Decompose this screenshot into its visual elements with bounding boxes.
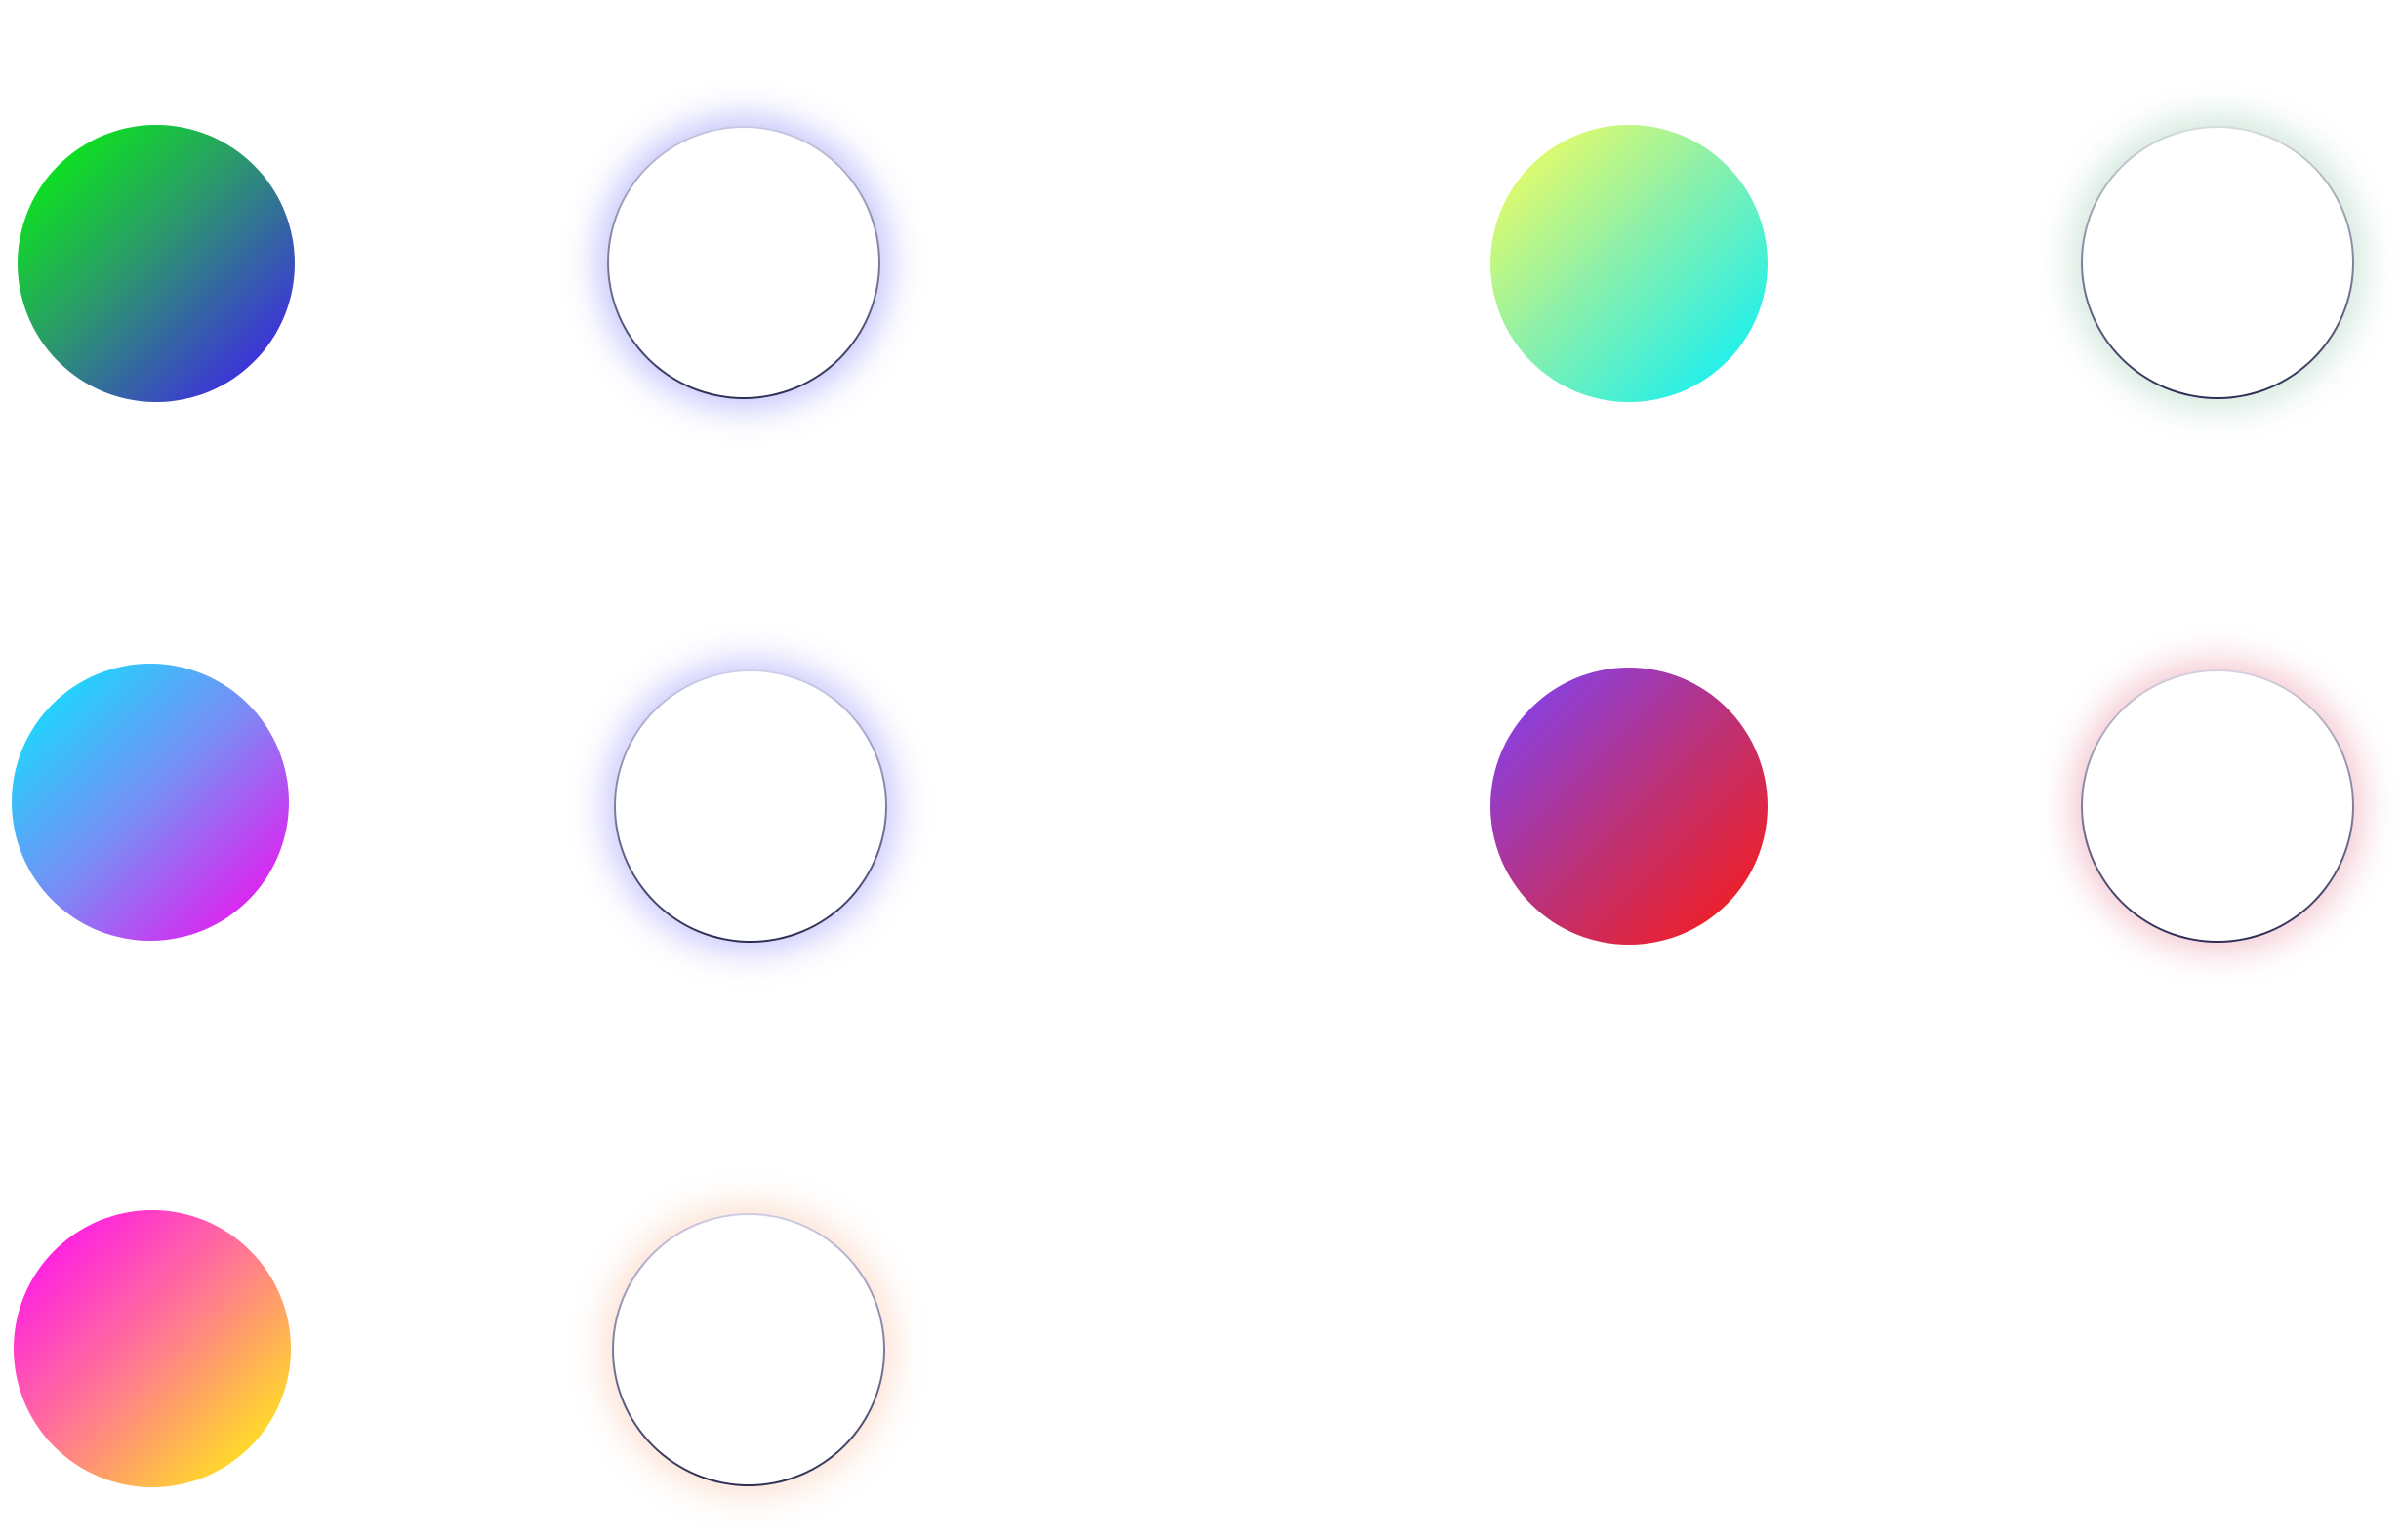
gradient-circle-magenta-yellow: [14, 1210, 291, 1487]
glow-circle-teal: [2081, 126, 2354, 399]
gradient-circle-cyan-magenta: [12, 664, 289, 941]
swatch-canvas: [0, 0, 2401, 1540]
glow-circle-orange: [612, 1213, 885, 1486]
gradient-circle-purple-red: [1490, 668, 1768, 945]
gradient-circle-yellow-cyan: [1490, 125, 1768, 402]
glow-circle-violet: [614, 669, 887, 943]
glow-circle-red: [2081, 669, 2354, 943]
glow-circle-blue: [607, 126, 880, 399]
gradient-circle-green-blue: [18, 125, 295, 402]
